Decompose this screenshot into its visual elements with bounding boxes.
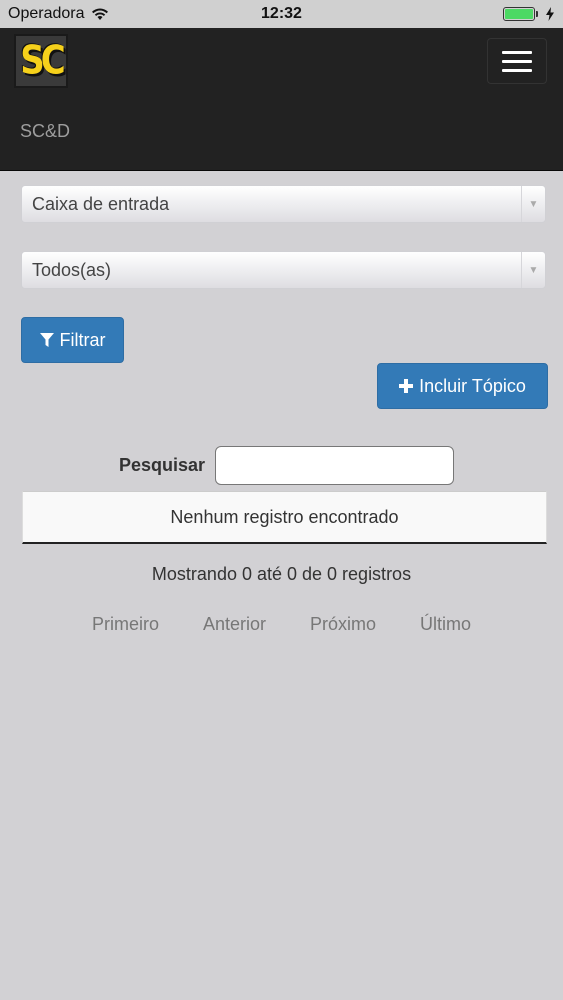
bolt-icon	[546, 7, 554, 21]
folder-select[interactable]: Caixa de entrada ▼	[21, 185, 546, 223]
pagination-last[interactable]: Último	[420, 614, 471, 635]
add-topic-button[interactable]: Incluir Tópico	[377, 363, 548, 409]
carrier-name: Operadora	[8, 5, 85, 22]
wifi-icon	[91, 8, 108, 20]
pagination-previous[interactable]: Anterior	[203, 614, 266, 635]
chevron-down-icon: ▼	[521, 252, 545, 288]
add-topic-button-label: Incluir Tópico	[419, 375, 526, 396]
funnel-icon	[39, 332, 54, 347]
status-bar-right	[503, 7, 555, 21]
plus-icon	[399, 379, 414, 393]
app-logo[interactable]: SC	[14, 34, 68, 88]
hamburger-icon-bar	[502, 68, 532, 72]
menu-toggle-button[interactable]	[487, 38, 547, 84]
search-label: Pesquisar	[118, 455, 205, 475]
hamburger-icon-bar	[502, 59, 532, 63]
brand-name[interactable]: SC&D	[20, 121, 70, 142]
chevron-down-icon: ▼	[521, 186, 545, 222]
top-navbar: SC SC&D	[0, 28, 563, 171]
table-empty-message: Nenhum registro encontrado	[170, 506, 399, 527]
status-select-value: Todos(as)	[32, 259, 112, 280]
pagination-first[interactable]: Primeiro	[92, 614, 159, 635]
topics-table: Nenhum registro encontrado	[22, 491, 547, 544]
search-input[interactable]	[215, 446, 454, 485]
logo-text: SC	[20, 38, 65, 84]
status-bar: Operadora 12:32	[0, 0, 563, 28]
pagination: Primeiro Anterior Próximo Último	[0, 614, 563, 635]
status-bar-left: Operadora	[8, 5, 109, 23]
status-select[interactable]: Todos(as) ▼	[21, 251, 546, 289]
filter-button-label: Filtrar	[59, 329, 106, 350]
folder-select-value: Caixa de entrada	[32, 193, 170, 214]
table-info: Mostrando 0 até 0 de 0 registros	[151, 564, 412, 584]
hamburger-icon-bar	[502, 50, 532, 54]
filter-button[interactable]: Filtrar	[21, 317, 124, 363]
battery-icon	[503, 7, 538, 21]
pagination-next[interactable]: Próximo	[310, 614, 376, 635]
